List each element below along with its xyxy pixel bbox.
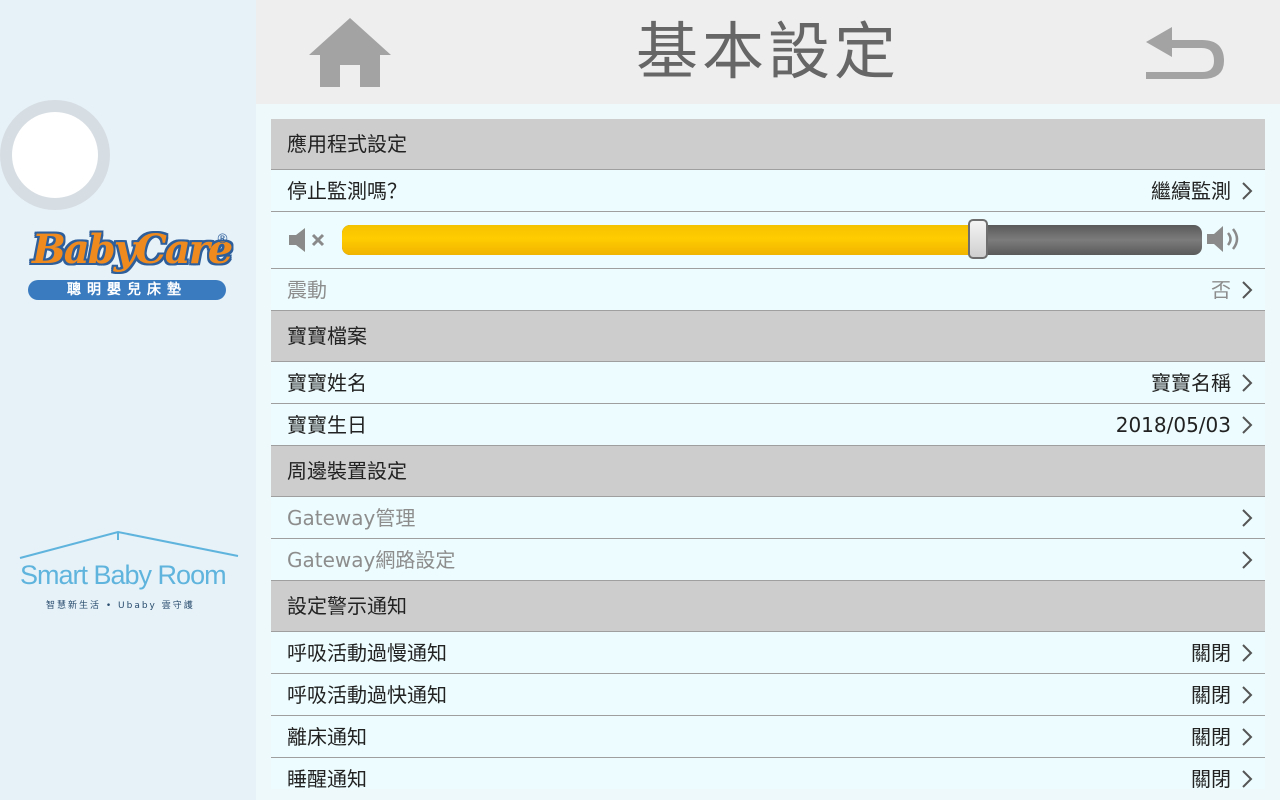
sidebar: BabyCare ® 聰明嬰兒床墊 Smart Baby Room 智慧新生活 … — [0, 0, 256, 800]
gateway-network-label: Gateway網路設定 — [287, 548, 456, 572]
gateway-network-row[interactable]: Gateway網路設定 — [271, 539, 1265, 581]
section-header-baby-profile: 寶寶檔案 — [271, 311, 1265, 362]
wake-up-alert-label: 睡醒通知 — [287, 767, 367, 789]
slow-breath-alert-label: 呼吸活動過慢通知 — [287, 641, 447, 665]
smart-baby-room-text: Smart Baby Room — [20, 560, 227, 590]
vibration-row[interactable]: 震動 否 — [271, 269, 1265, 311]
chevron-right-icon — [1242, 281, 1253, 299]
slow-breath-alert-value: 關閉 — [1191, 641, 1231, 665]
chevron-right-icon — [1242, 686, 1253, 704]
babycare-tagline: 聰明嬰兒床墊 — [28, 280, 226, 300]
volume-slider-fill — [342, 225, 979, 255]
volume-slider[interactable] — [342, 219, 1202, 259]
stop-monitor-label: 停止監測嗎？ — [287, 179, 407, 203]
baby-birthday-label: 寶寶生日 — [287, 413, 367, 437]
gateway-manage-row[interactable]: Gateway管理 — [271, 497, 1265, 539]
baby-name-label: 寶寶姓名 — [287, 371, 367, 395]
volume-icon[interactable] — [1205, 222, 1249, 256]
avatar-image — [12, 112, 98, 198]
chevron-right-icon — [1242, 509, 1253, 527]
mute-icon[interactable] — [287, 226, 331, 254]
smart-baby-room-tagline: 智慧新生活 • Ubaby 雲守護 — [46, 601, 195, 611]
baby-name-row[interactable]: 寶寶姓名 寶寶名稱 — [271, 362, 1265, 404]
vibration-value: 否 — [1211, 278, 1231, 302]
stop-monitor-value: 繼續監測 — [1151, 179, 1231, 203]
settings-list[interactable]: 應用程式設定 停止監測嗎？ 繼續監測 震動 否 寶寶檔案 寶寶姓名 寶寶名稱 寶… — [271, 119, 1265, 789]
chevron-right-icon — [1242, 416, 1253, 434]
stop-monitor-row[interactable]: 停止監測嗎？ 繼續監測 — [271, 170, 1265, 212]
vibration-label: 震動 — [287, 278, 327, 302]
wake-up-alert-value: 關閉 — [1191, 767, 1231, 789]
registered-mark: ® — [216, 232, 229, 247]
back-arrow-icon[interactable] — [1144, 25, 1228, 81]
chevron-right-icon — [1242, 182, 1253, 200]
fast-breath-alert-row[interactable]: 呼吸活動過快通知 關閉 — [271, 674, 1265, 716]
leave-bed-alert-label: 離床通知 — [287, 725, 367, 749]
slow-breath-alert-row[interactable]: 呼吸活動過慢通知 關閉 — [271, 632, 1265, 674]
smart-baby-room-logo: Smart Baby Room 智慧新生活 • Ubaby 雲守護 — [18, 528, 240, 618]
fast-breath-alert-label: 呼吸活動過快通知 — [287, 683, 447, 707]
volume-slider-thumb[interactable] — [968, 219, 989, 259]
top-bar: 基本設定 — [256, 0, 1280, 104]
gateway-manage-label: Gateway管理 — [287, 506, 416, 530]
page-title: 基本設定 — [635, 15, 900, 88]
settings-content: 應用程式設定 停止監測嗎？ 繼續監測 震動 否 寶寶檔案 寶寶姓名 寶寶名稱 寶… — [256, 104, 1280, 800]
leave-bed-alert-value: 關閉 — [1191, 725, 1231, 749]
house-roof-icon — [19, 530, 239, 559]
baby-birthday-value: 2018/05/03 — [1115, 413, 1231, 437]
chevron-right-icon — [1242, 644, 1253, 662]
babycare-logo: BabyCare ® 聰明嬰兒床墊 — [26, 222, 236, 304]
fast-breath-alert-value: 關閉 — [1191, 683, 1231, 707]
leave-bed-alert-row[interactable]: 離床通知 關閉 — [271, 716, 1265, 758]
section-header-devices: 周邊裝置設定 — [271, 446, 1265, 497]
baby-name-value: 寶寶名稱 — [1151, 371, 1231, 395]
babycare-logo-text: BabyCare — [32, 226, 233, 273]
chevron-right-icon — [1242, 551, 1253, 569]
baby-birthday-row[interactable]: 寶寶生日 2018/05/03 — [271, 404, 1265, 446]
volume-slider-row — [271, 212, 1265, 269]
section-header-alerts: 設定警示通知 — [271, 581, 1265, 632]
wake-up-alert-row[interactable]: 睡醒通知 關閉 — [271, 758, 1265, 789]
chevron-right-icon — [1242, 374, 1253, 392]
chevron-right-icon — [1242, 770, 1253, 788]
section-header-app-settings: 應用程式設定 — [271, 119, 1265, 170]
avatar[interactable] — [0, 100, 110, 210]
chevron-right-icon — [1242, 728, 1253, 746]
